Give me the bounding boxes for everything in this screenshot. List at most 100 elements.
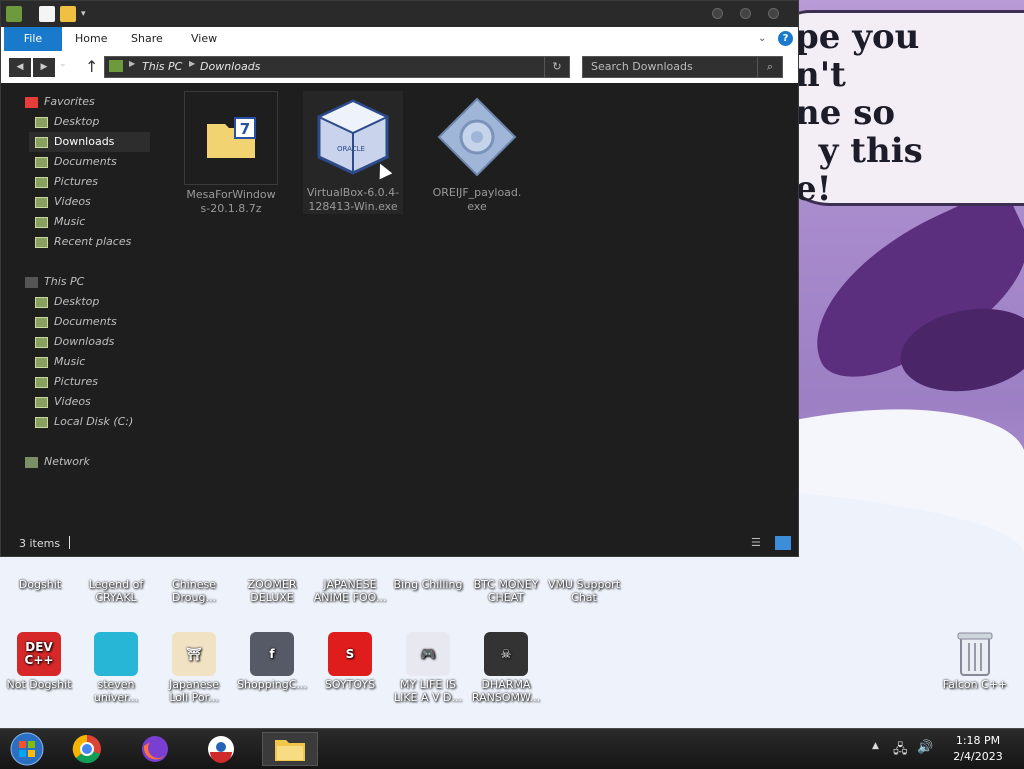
desktop-icon-label: univer... [93, 691, 139, 704]
refresh-icon[interactable]: ↻ [544, 57, 569, 77]
up-button[interactable]: ↑ [85, 57, 98, 76]
file-name: MesaForWindow [186, 188, 276, 201]
status-bar: 3 items ☰ [1, 531, 798, 556]
clock-date: 2/4/2023 [953, 750, 1003, 763]
clock-time: 1:18 PM [955, 734, 1001, 747]
nav-item-desktop[interactable]: Desktop [29, 292, 150, 312]
title-bar[interactable]: ▾ [1, 1, 798, 27]
desktop-icon[interactable]: VMU Support Chat [546, 578, 622, 604]
help-icon[interactable]: ? [778, 31, 793, 46]
desktop-icon-recycle-bin[interactable]: Falcon C++ [937, 632, 1013, 691]
chevron-down-icon[interactable]: ▾ [81, 6, 91, 22]
breadcrumb-this-pc[interactable]: This PC [142, 60, 182, 73]
desktop-icon-label: DHARMA [481, 678, 531, 691]
network-icon[interactable]: 🖧 [893, 740, 908, 762]
nav-item-videos[interactable]: Videos [29, 192, 150, 212]
nav-item-pictures[interactable]: Pictures [29, 372, 150, 392]
file-item[interactable]: OREIJF_payload. exe [427, 91, 527, 214]
new-folder-icon[interactable] [60, 6, 76, 22]
search-icon[interactable]: ⌕ [757, 57, 782, 77]
nav-item-music[interactable]: Music [29, 352, 150, 372]
file-name: 128413-Win.exe [308, 200, 398, 213]
show-hidden-icons-icon[interactable]: ▲ [872, 741, 879, 751]
nav-item-recent-places[interactable]: Recent places [29, 232, 150, 252]
file-name: OREIJF_payload. [432, 186, 522, 199]
desktop-icon[interactable]: Bing Chilling [390, 578, 466, 591]
search-input[interactable]: Search Downloads ⌕ [582, 56, 783, 78]
tab-home[interactable]: Home [75, 27, 107, 51]
large-icons-view-icon[interactable] [775, 536, 791, 550]
desktop-icon[interactable]: Chinese Droug... [156, 578, 232, 604]
svg-text:7: 7 [240, 120, 250, 138]
folder-icon [35, 416, 48, 428]
breadcrumb-downloads[interactable]: Downloads [200, 60, 260, 73]
desktop-icon[interactable]: Legend of CRYAKL [78, 578, 154, 604]
nav-section-network[interactable]: Network [25, 452, 90, 472]
desktop-icon[interactable]: JAPANESE ANIME FOO... [312, 578, 388, 604]
folder-icon [35, 396, 48, 408]
breadcrumb-separator-icon: ▶ [129, 59, 136, 68]
nav-item-desktop[interactable]: Desktop [29, 112, 150, 132]
expand-ribbon-icon[interactable]: ⌄ [758, 27, 766, 51]
explorer-window[interactable]: ▾ File Home Share View ⌄ ? ◀ ▶ ⌄ ↑ ▶ Thi… [0, 0, 799, 557]
forward-button[interactable]: ▶ [33, 58, 55, 77]
firefox-icon[interactable] [128, 732, 182, 766]
volume-icon[interactable]: 🔊 [917, 740, 933, 755]
nav-section-this-pc[interactable]: This PC [25, 272, 84, 292]
properties-icon[interactable] [39, 6, 55, 22]
address-bar[interactable]: ▶ This PC ▶ Downloads ↻ [104, 56, 570, 78]
nav-section-favorites[interactable]: Favorites [25, 92, 95, 112]
desktop-icon-label: Falcon C++ [942, 678, 1008, 691]
desktop-icon[interactable]: Dogshit [2, 578, 78, 591]
tab-file[interactable]: File [4, 27, 62, 51]
tab-share[interactable]: Share [131, 27, 163, 51]
desktop-icon-label: VMU Support [547, 578, 621, 591]
pinned-app-icon[interactable] [194, 732, 248, 766]
details-view-icon[interactable]: ☰ [751, 536, 767, 550]
close-button[interactable] [768, 8, 779, 19]
desktop-icon-label: LIKE A V D... [393, 691, 463, 704]
tab-view[interactable]: View [191, 27, 217, 51]
nav-item-downloads[interactable]: Downloads [29, 132, 150, 152]
nav-item-downloads[interactable]: Downloads [29, 332, 150, 352]
desktop-icon-label: Droug... [172, 591, 216, 604]
file-item[interactable]: ORACLE VirtualBox-6.0.4- 128413-Win.exe [303, 91, 403, 214]
nav-item-documents[interactable]: Documents [29, 312, 150, 332]
nav-item-videos[interactable]: Videos [29, 392, 150, 412]
desktop-icon[interactable]: steven univer... [78, 632, 154, 704]
desktop-icon[interactable]: f ShoppingC... [234, 632, 310, 691]
speech-bubble-text: pe you n't ne so y this e! [795, 17, 923, 209]
desktop-icon[interactable]: ZOOMER DELUXE [234, 578, 310, 604]
desktop-icon-label: steven [97, 678, 135, 691]
svg-text:ORACLE: ORACLE [337, 145, 365, 153]
desktop-icon[interactable]: ☠ DHARMA RANSOMW... [468, 632, 544, 704]
nav-item-documents[interactable]: Documents [29, 152, 150, 172]
chrome-icon[interactable] [60, 732, 114, 766]
nav-item-label: Videos [54, 395, 91, 408]
app-icon: S [328, 632, 372, 676]
minimize-button[interactable] [712, 8, 723, 19]
nav-item-music[interactable]: Music [29, 212, 150, 232]
recent-locations-icon[interactable]: ⌄ [59, 59, 67, 69]
desktop-icon-label: JAPANESE [323, 578, 377, 591]
desktop-icon[interactable]: ⛩ Japanese Loli Por... [156, 632, 232, 704]
back-button[interactable]: ◀ [9, 58, 31, 77]
desktop-icon[interactable]: BTC MONEY CHEAT [468, 578, 544, 604]
start-button[interactable] [0, 732, 54, 766]
maximize-button[interactable] [740, 8, 751, 19]
folder-icon [35, 356, 48, 368]
file-name: VirtualBox-6.0.4- [306, 186, 400, 199]
file-item[interactable]: 7 MesaForWindow s-20.1.8.7z [181, 91, 281, 216]
file-explorer-taskbar-button[interactable] [262, 732, 318, 766]
clock[interactable]: 1:18 PM 2/4/2023 [938, 733, 1018, 765]
desktop-icon[interactable]: 🎮 MY LIFE IS LIKE A V D... [390, 632, 466, 704]
nav-item-pictures[interactable]: Pictures [29, 172, 150, 192]
nav-section-label: Favorites [44, 95, 95, 108]
nav-item-local-disk-c-[interactable]: Local Disk (C:) [29, 412, 150, 432]
folder-icon [35, 136, 48, 148]
folder-icon [35, 116, 48, 128]
desktop-icon-label: SOYTOYS [324, 678, 376, 691]
address-bar-row: ◀ ▶ ⌄ ↑ ▶ This PC ▶ Downloads ↻ Search D… [1, 51, 798, 83]
desktop-icon[interactable]: S SOYTOYS [312, 632, 388, 691]
desktop-icon[interactable]: DEV C++ Not Dogshit [1, 632, 77, 691]
